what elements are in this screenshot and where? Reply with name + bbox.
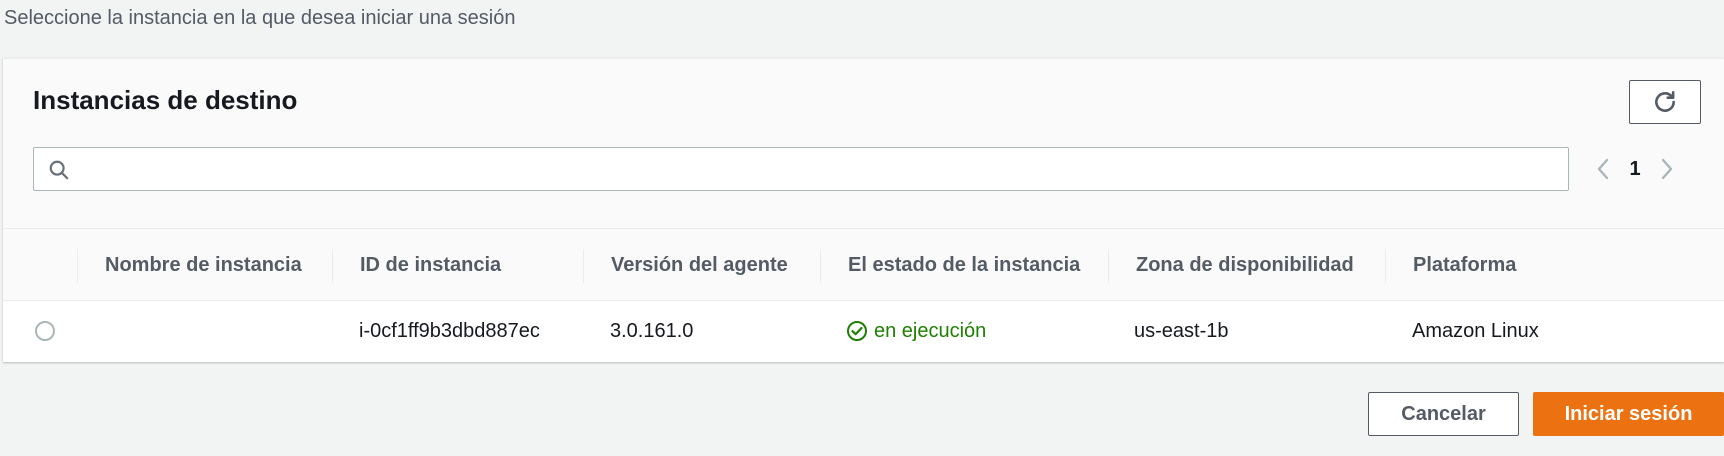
column-divider xyxy=(332,249,333,283)
search-icon xyxy=(49,160,69,180)
start-session-button[interactable]: Iniciar sesión xyxy=(1533,392,1724,436)
column-divider xyxy=(77,249,78,283)
cell-availability-zone: us-east-1b xyxy=(1134,320,1229,342)
search-field[interactable] xyxy=(33,147,1569,191)
cancel-button[interactable]: Cancelar xyxy=(1368,392,1519,436)
status-text: en ejecución xyxy=(874,320,987,342)
column-divider xyxy=(820,249,821,283)
cell-instance-id: i-0cf1ff9b3dbd887ec xyxy=(359,320,540,342)
check-circle-icon xyxy=(847,321,867,341)
column-header-name[interactable]: Nombre de instancia xyxy=(105,229,302,301)
column-divider xyxy=(1385,249,1386,283)
current-page-number[interactable]: 1 xyxy=(1615,158,1655,181)
column-header-id[interactable]: ID de instancia xyxy=(360,229,501,301)
row-select-radio[interactable] xyxy=(35,321,55,341)
column-divider xyxy=(583,249,584,283)
next-page-button[interactable] xyxy=(1655,151,1679,187)
chevron-right-icon xyxy=(1661,158,1673,180)
cell-instance-state: en ejecución xyxy=(846,301,986,361)
panel-title: Instancias de destino xyxy=(33,85,298,115)
table-row[interactable]: i-0cf1ff9b3dbd887ec 3.0.161.0 en ejecuci… xyxy=(3,301,1724,361)
pagination: 1 xyxy=(1591,151,1679,187)
column-header-zone[interactable]: Zona de disponibilidad xyxy=(1136,229,1354,301)
chevron-left-icon xyxy=(1597,158,1609,180)
column-header-platform[interactable]: Plataforma xyxy=(1413,229,1516,301)
column-divider xyxy=(1108,249,1109,283)
column-header-state[interactable]: El estado de la instancia xyxy=(848,229,1080,301)
refresh-button[interactable] xyxy=(1629,80,1701,124)
previous-page-button[interactable] xyxy=(1591,151,1615,187)
table-header: Nombre de instancia ID de instancia Vers… xyxy=(3,229,1724,301)
column-header-agent-version[interactable]: Versión del agente xyxy=(611,229,788,301)
cell-platform: Amazon Linux xyxy=(1412,320,1539,342)
page-instructions: Seleccione la instancia en la que desea … xyxy=(4,7,516,29)
cell-agent-version: 3.0.161.0 xyxy=(610,320,694,342)
panel-header: Instancias de destino 1 xyxy=(3,59,1724,229)
search-input[interactable] xyxy=(82,148,1562,190)
refresh-icon xyxy=(1655,90,1675,112)
target-instances-panel: Instancias de destino 1 Nombre de instan… xyxy=(3,58,1724,362)
